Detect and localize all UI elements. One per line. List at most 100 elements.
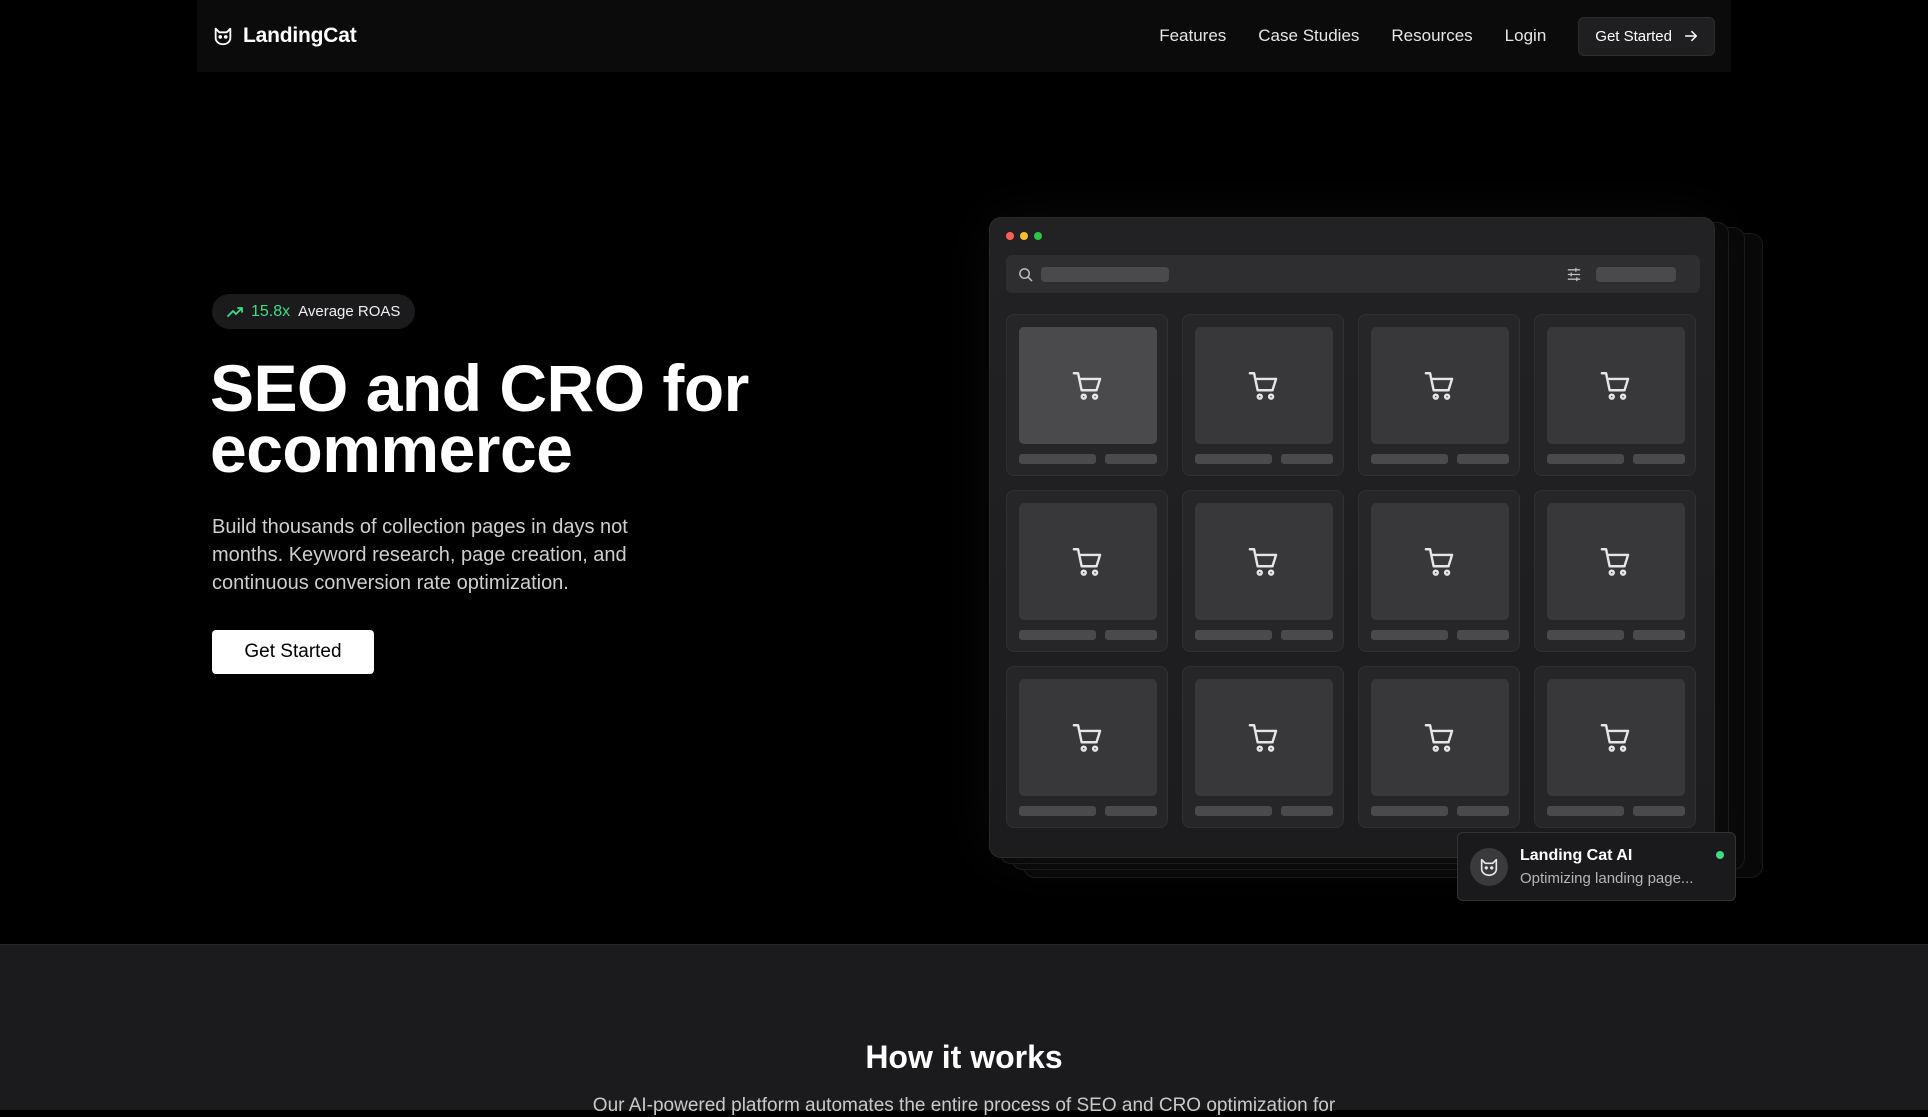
window-controls — [1006, 232, 1042, 240]
product-title-placeholder — [1371, 806, 1448, 816]
shopping-cart-icon — [1072, 547, 1102, 576]
product-thumbnail — [1019, 679, 1157, 796]
product-card[interactable] — [1534, 490, 1696, 652]
product-price-placeholder — [1633, 454, 1685, 464]
product-card[interactable] — [1006, 490, 1168, 652]
product-thumbnail — [1547, 679, 1685, 796]
product-card[interactable] — [1182, 314, 1344, 476]
how-it-works-subtitle: Our AI-powered platform automates the en… — [592, 1095, 1336, 1116]
product-thumbnail — [1195, 679, 1333, 796]
maximize-dot — [1034, 232, 1042, 240]
shopping-cart-icon — [1600, 723, 1630, 752]
product-price-placeholder — [1633, 630, 1685, 640]
shopping-cart-icon — [1248, 371, 1278, 400]
product-thumbnail — [1371, 679, 1509, 796]
product-price-placeholder — [1281, 806, 1333, 816]
shopping-cart-icon — [1424, 371, 1454, 400]
cat-icon — [1480, 858, 1498, 877]
logo[interactable]: LandingCat — [212, 24, 357, 48]
product-thumbnail — [1547, 503, 1685, 620]
hero-title: SEO and CRO for ecommerce — [210, 355, 830, 482]
product-card[interactable] — [1182, 666, 1344, 828]
online-status-dot — [1716, 851, 1724, 859]
product-price-placeholder — [1105, 630, 1157, 640]
roas-badge: 15.8x Average ROAS — [212, 294, 416, 329]
nav-link-case-studies[interactable]: Case Studies — [1258, 26, 1359, 46]
badge-value: 15.8x — [251, 302, 291, 320]
product-price-placeholder — [1105, 806, 1157, 816]
top-nav: LandingCat Features Case Studies Resourc… — [197, 0, 1731, 72]
hero-get-started-button[interactable]: Get Started — [212, 630, 374, 674]
product-grid — [1006, 314, 1696, 828]
filter-placeholder-bar — [1596, 267, 1676, 282]
nav-links: Features Case Studies Resources Login Ge… — [1127, 16, 1715, 56]
nav-get-started-label: Get Started — [1595, 27, 1672, 45]
browser-mockup-window — [989, 217, 1715, 858]
arrow-right-icon — [1684, 30, 1698, 42]
shopping-cart-icon — [1600, 371, 1630, 400]
product-price-placeholder — [1457, 806, 1509, 816]
product-title-placeholder — [1195, 630, 1272, 640]
close-dot — [1006, 232, 1014, 240]
toast-title: Landing Cat AI — [1520, 847, 1633, 864]
cat-icon — [214, 27, 232, 46]
how-it-works-section: How it works Our AI-powered platform aut… — [0, 944, 1928, 1116]
product-card[interactable] — [1006, 666, 1168, 828]
product-title-placeholder — [1019, 806, 1096, 816]
shopping-cart-icon — [1072, 723, 1102, 752]
nav-link-resources[interactable]: Resources — [1391, 26, 1472, 46]
product-title-placeholder — [1371, 630, 1448, 640]
product-title-placeholder — [1195, 806, 1272, 816]
nav-get-started-button[interactable]: Get Started — [1578, 16, 1715, 56]
product-card[interactable] — [1006, 314, 1168, 476]
product-title-placeholder — [1547, 806, 1624, 816]
product-card[interactable] — [1182, 490, 1344, 652]
product-price-placeholder — [1105, 454, 1157, 464]
product-card[interactable] — [1534, 314, 1696, 476]
product-thumbnail — [1195, 503, 1333, 620]
product-price-placeholder — [1633, 806, 1685, 816]
shopping-cart-icon — [1248, 547, 1278, 576]
toast-avatar — [1470, 848, 1508, 886]
product-thumbnail — [1019, 327, 1157, 444]
product-card[interactable] — [1358, 490, 1520, 652]
ai-status-toast: Landing Cat AI Optimizing landing page..… — [1457, 832, 1736, 901]
shopping-cart-icon — [1424, 723, 1454, 752]
product-price-placeholder — [1281, 630, 1333, 640]
hero-title-line2: ecommerce — [210, 412, 573, 486]
minimize-dot — [1020, 232, 1028, 240]
nav-link-features[interactable]: Features — [1159, 26, 1226, 46]
product-price-placeholder — [1457, 454, 1509, 464]
badge-label: Average ROAS — [298, 303, 401, 320]
product-card[interactable] — [1358, 666, 1520, 828]
nav-link-login[interactable]: Login — [1505, 26, 1547, 46]
product-price-placeholder — [1457, 630, 1509, 640]
search-placeholder-bar — [1041, 267, 1169, 282]
toast-subtitle: Optimizing landing page... — [1520, 870, 1694, 887]
product-title-placeholder — [1019, 630, 1096, 640]
shopping-cart-icon — [1072, 371, 1102, 400]
shopping-cart-icon — [1248, 723, 1278, 752]
product-thumbnail — [1371, 503, 1509, 620]
search-icon — [1019, 268, 1033, 282]
shopping-cart-icon — [1600, 547, 1630, 576]
product-thumbnail — [1547, 327, 1685, 444]
shopping-cart-icon — [1424, 547, 1454, 576]
product-title-placeholder — [1371, 454, 1448, 464]
mockup-search-bar — [1006, 255, 1700, 293]
trending-up-icon — [227, 306, 243, 317]
product-title-placeholder — [1547, 630, 1624, 640]
how-it-works-title: How it works — [865, 1039, 1063, 1075]
sliders-icon — [1567, 267, 1581, 282]
product-thumbnail — [1195, 327, 1333, 444]
product-price-placeholder — [1281, 454, 1333, 464]
product-title-placeholder — [1019, 454, 1096, 464]
logo-text: LandingCat — [243, 24, 357, 47]
product-title-placeholder — [1547, 454, 1624, 464]
hero-subtitle: Build thousands of collection pages in d… — [212, 516, 628, 594]
product-card[interactable] — [1534, 666, 1696, 828]
product-card[interactable] — [1358, 314, 1520, 476]
product-thumbnail — [1019, 503, 1157, 620]
product-title-placeholder — [1195, 454, 1272, 464]
product-thumbnail — [1371, 327, 1509, 444]
